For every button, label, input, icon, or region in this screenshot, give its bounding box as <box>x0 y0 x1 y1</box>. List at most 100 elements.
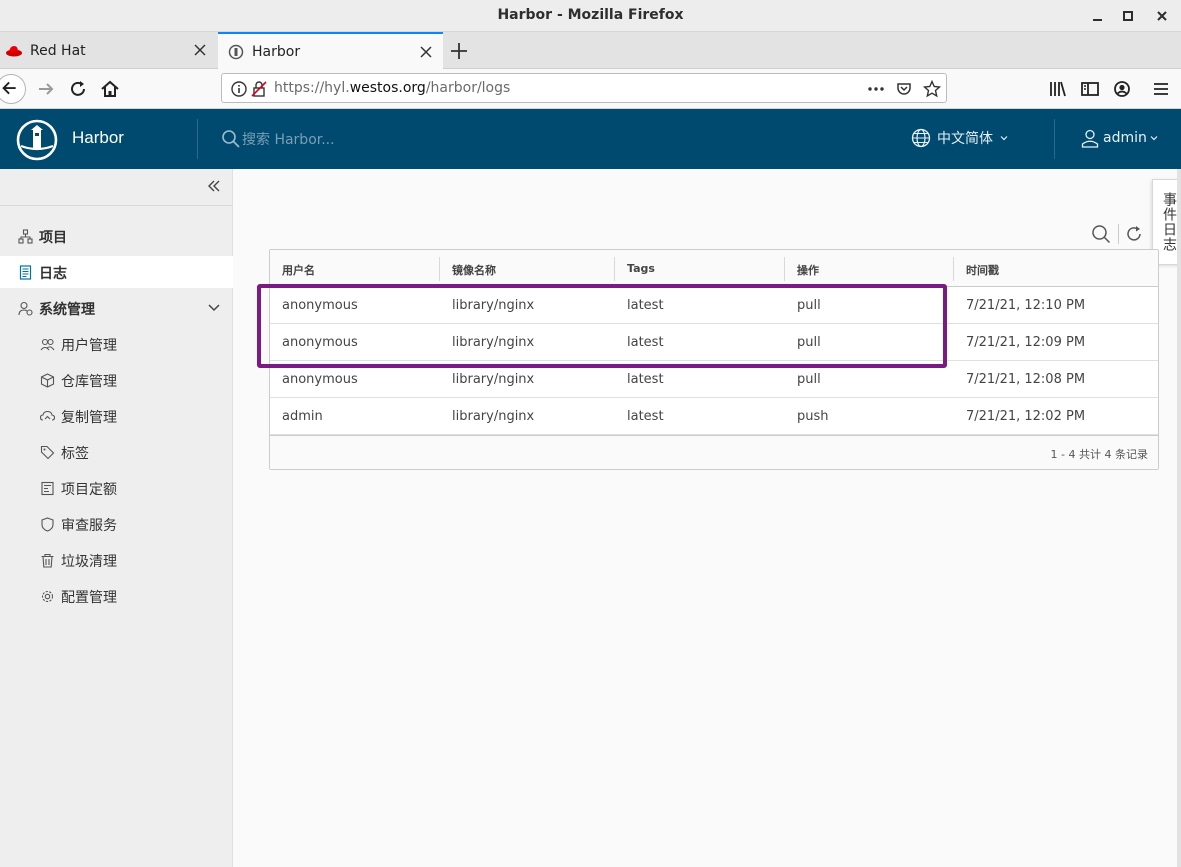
sidebar-item-logs[interactable]: 日志 <box>0 256 233 288</box>
gear-icon <box>41 590 54 603</box>
maximize-icon[interactable] <box>1118 6 1138 26</box>
main-content: 事件日志 用户名 镜像名称 Tags 操作 时间戳 anonymous libr… <box>234 169 1181 867</box>
tab-harbor[interactable]: Harbor <box>218 32 443 69</box>
tab-label: Red Hat <box>30 42 86 59</box>
search-icon[interactable] <box>221 129 241 149</box>
cell-tag: latest <box>627 298 664 313</box>
url-path: /harbor/logs <box>425 80 511 96</box>
library-icon[interactable] <box>1046 77 1070 101</box>
cell-operation: pull <box>797 298 821 313</box>
username: admin <box>1103 130 1147 146</box>
column-header[interactable]: 镜像名称 <box>452 262 496 278</box>
cell-username: anonymous <box>282 335 358 350</box>
close-tab-icon[interactable] <box>419 45 433 59</box>
sidebar-item-label: 审查服务 <box>61 518 117 534</box>
menu-icon[interactable] <box>1149 77 1173 101</box>
chevron-down-icon <box>1000 136 1008 141</box>
cell-timestamp: 7/21/21, 12:10 PM <box>966 298 1086 313</box>
page-scrollbar[interactable] <box>1177 169 1181 867</box>
users-icon <box>40 338 55 351</box>
header-divider <box>1054 119 1055 159</box>
user-menu[interactable]: admin <box>1080 128 1159 148</box>
column-header[interactable]: 时间戳 <box>966 262 999 278</box>
sidebar-item-label: 仓库管理 <box>61 374 117 390</box>
table-row: anonymous library/nginx latest pull 7/21… <box>270 324 1158 361</box>
cell-operation: pull <box>797 372 821 387</box>
table-row: admin library/nginx latest push 7/21/21,… <box>270 398 1158 435</box>
shield-icon <box>41 517 54 532</box>
search-icon[interactable] <box>1091 224 1111 244</box>
cell-repository: library/nginx <box>452 298 535 313</box>
pagination-summary: 1 - 4 共计 4 条记录 <box>1050 448 1148 461</box>
url-bar[interactable]: https://hyl.westos.org/harbor/logs <box>221 73 947 103</box>
cell-timestamp: 7/21/21, 12:02 PM <box>966 409 1086 424</box>
forward-arrow-icon[interactable] <box>34 77 58 101</box>
new-tab-icon[interactable] <box>448 40 470 62</box>
registry-icon <box>40 373 55 388</box>
language-label: 中文简体 <box>937 131 993 147</box>
redhat-icon <box>6 45 22 56</box>
sidebar-item-label: 垃圾清理 <box>61 554 117 570</box>
sidebar-item-garbage-collection[interactable]: 垃圾清理 <box>0 544 233 576</box>
insecure-lock-icon[interactable] <box>250 80 268 98</box>
sidebar-item-label: 复制管理 <box>61 410 117 426</box>
cell-username: anonymous <box>282 372 358 387</box>
column-divider[interactable] <box>614 257 615 281</box>
table-row: anonymous library/nginx latest pull 7/21… <box>270 361 1158 398</box>
cell-tag: latest <box>627 409 664 424</box>
sidebar-item-labels[interactable]: 标签 <box>0 436 233 468</box>
sidebar-item-users[interactable]: 用户管理 <box>0 328 233 360</box>
info-icon[interactable] <box>230 80 248 98</box>
sidebar-toggle-icon[interactable] <box>1078 77 1102 101</box>
column-divider[interactable] <box>439 257 440 281</box>
window-title: Harbor - Mozilla Firefox <box>497 7 684 23</box>
tab-strip: Red Hat Harbor <box>0 32 1181 69</box>
cell-repository: library/nginx <box>452 372 535 387</box>
sidebar-item-projects[interactable]: 项目 <box>0 220 233 252</box>
reload-icon[interactable] <box>66 77 90 101</box>
sidebar-item-registries[interactable]: 仓库管理 <box>0 364 233 396</box>
bookmark-star-icon[interactable] <box>923 80 941 98</box>
cell-timestamp: 7/21/21, 12:09 PM <box>966 335 1086 350</box>
tag-icon <box>40 445 55 460</box>
sidebar-item-interrogation-services[interactable]: 审查服务 <box>0 508 233 540</box>
table-footer: 1 - 4 共计 4 条记录 <box>270 435 1158 469</box>
minimize-icon[interactable] <box>1088 6 1108 26</box>
close-tab-icon[interactable] <box>193 43 207 57</box>
quota-icon <box>41 481 54 496</box>
column-header[interactable]: Tags <box>627 262 655 275</box>
browser-navbar: https://hyl.westos.org/harbor/logs <box>0 69 1181 109</box>
page-actions-icon[interactable] <box>867 80 885 98</box>
url-text: https://hyl.westos.org/harbor/logs <box>274 80 510 96</box>
cell-repository: library/nginx <box>452 335 535 350</box>
sidebar-item-label: 系统管理 <box>39 302 95 318</box>
sidebar-item-label: 用户管理 <box>61 338 117 354</box>
account-icon[interactable] <box>1110 77 1134 101</box>
refresh-icon[interactable] <box>1124 224 1144 244</box>
sidebar-item-administration[interactable]: 系统管理 <box>0 292 233 324</box>
user-icon <box>1081 129 1099 148</box>
tab-redhat[interactable]: Red Hat <box>0 32 217 69</box>
global-search-input[interactable]: 搜索 Harbor... <box>242 129 335 149</box>
sidebar-item-label: 项目 <box>39 230 67 246</box>
cell-username: admin <box>282 409 323 424</box>
column-header[interactable]: 操作 <box>797 262 819 278</box>
sidebar-item-configuration[interactable]: 配置管理 <box>0 580 233 612</box>
sidebar-item-replications[interactable]: 复制管理 <box>0 400 233 432</box>
sidebar-item-project-quotas[interactable]: 项目定额 <box>0 472 233 504</box>
url-host: westos.org <box>349 80 426 96</box>
harbor-logo-icon[interactable] <box>16 119 58 161</box>
projects-icon <box>18 229 33 244</box>
header-divider <box>197 119 198 159</box>
column-header[interactable]: 用户名 <box>282 262 315 278</box>
column-divider[interactable] <box>784 257 785 281</box>
language-selector[interactable]: 中文简体 <box>911 128 1009 148</box>
collapse-sidebar-icon[interactable] <box>206 178 222 194</box>
close-window-icon[interactable] <box>1152 6 1172 26</box>
home-icon[interactable] <box>98 77 122 101</box>
column-divider[interactable] <box>953 257 954 281</box>
sidebar-item-label: 日志 <box>39 266 67 282</box>
back-button[interactable] <box>0 74 26 104</box>
brand-name[interactable]: Harbor <box>72 128 124 148</box>
pocket-icon[interactable] <box>895 80 913 98</box>
